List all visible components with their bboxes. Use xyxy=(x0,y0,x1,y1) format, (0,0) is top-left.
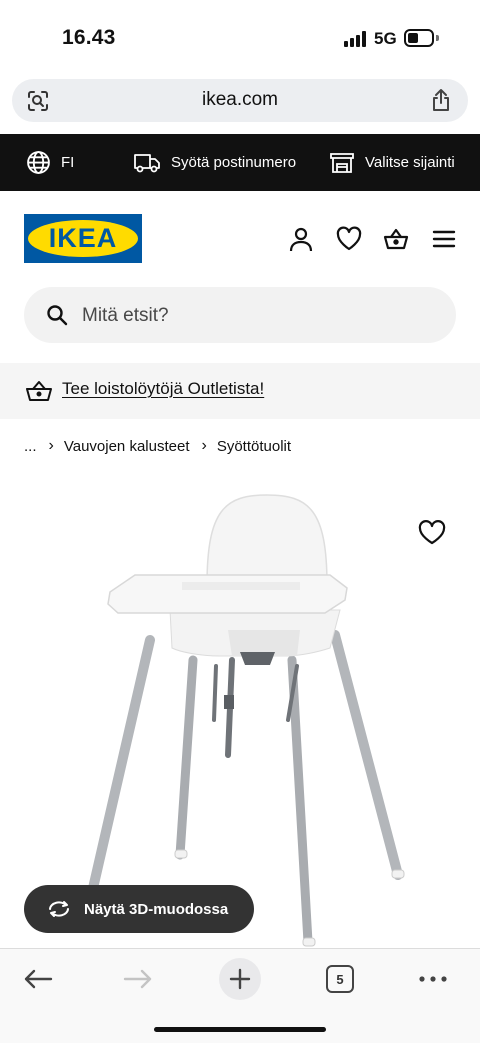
ikea-logo[interactable]: IKEA xyxy=(24,214,142,263)
plus-icon xyxy=(219,958,261,1000)
globe-icon xyxy=(27,151,50,174)
status-bar: 16.43 5G xyxy=(0,0,480,76)
signal-icon xyxy=(344,31,368,47)
truck-icon xyxy=(134,153,160,172)
arrow-right-icon xyxy=(123,969,152,989)
view-3d-button[interactable]: Näytä 3D-muodossa xyxy=(24,885,254,933)
logo-text: IKEA xyxy=(48,223,118,253)
status-time: 16.43 xyxy=(62,26,116,49)
url-text[interactable]: ikea.com xyxy=(12,89,468,111)
battery-level xyxy=(408,33,418,43)
basket-icon xyxy=(26,381,52,401)
breadcrumb-ellipsis[interactable]: ... xyxy=(24,438,37,455)
search-input[interactable]: Mitä etsit? xyxy=(24,287,456,343)
more-button[interactable] xyxy=(411,957,455,1001)
tabs-button[interactable]: 5 xyxy=(318,957,362,1001)
breadcrumb: ... › Vauvojen kalusteet › Syöttötuolit xyxy=(24,437,291,455)
store-icon xyxy=(330,152,354,173)
view-3d-label: Näytä 3D-muodossa xyxy=(84,900,229,918)
rotate-3d-icon xyxy=(49,901,69,917)
network-label: 5G xyxy=(374,29,397,48)
breadcrumb-high-chairs[interactable]: Syöttötuolit xyxy=(217,438,291,455)
shopping-bag-icon[interactable] xyxy=(383,226,409,252)
battery-tip xyxy=(436,35,439,41)
address-bar[interactable]: ikea.com xyxy=(12,79,468,122)
outlet-link[interactable]: Tee loistolöytöjä Outletista! xyxy=(62,379,264,399)
store-selector[interactable]: Valitse sijainti xyxy=(329,134,455,191)
language-label: FI xyxy=(61,154,75,171)
share-icon[interactable] xyxy=(430,88,452,112)
menu-icon[interactable] xyxy=(431,226,457,252)
home-indicator xyxy=(154,1027,326,1032)
postcode-label: Syötä postinumero xyxy=(171,154,297,171)
postcode-selector[interactable]: Syötä postinumero xyxy=(133,134,296,191)
product-image[interactable] xyxy=(0,470,480,950)
favorite-heart-icon[interactable] xyxy=(418,520,446,546)
battery-icon xyxy=(404,29,434,47)
breadcrumb-baby-furniture[interactable]: Vauvojen kalusteet xyxy=(64,438,190,455)
wishlist-heart-icon[interactable] xyxy=(336,226,362,252)
tab-count: 5 xyxy=(326,965,354,993)
outlet-banner: Tee loistolöytöjä Outletista! xyxy=(0,363,480,419)
language-selector[interactable]: FI xyxy=(26,134,74,191)
chevron-right-icon: › xyxy=(201,437,207,454)
more-dots-icon xyxy=(419,976,447,982)
store-label: Valitse sijainti xyxy=(365,154,455,171)
search-icon xyxy=(47,305,68,326)
info-bar: FI Syötä postinumero Valitse sijainti xyxy=(0,134,480,191)
new-tab-button[interactable] xyxy=(218,957,262,1001)
forward-button[interactable] xyxy=(116,957,160,1001)
chevron-right-icon: › xyxy=(48,437,54,454)
account-icon[interactable] xyxy=(288,226,314,252)
back-button[interactable] xyxy=(16,957,60,1001)
search-placeholder: Mitä etsit? xyxy=(82,305,169,326)
arrow-left-icon xyxy=(24,969,53,989)
